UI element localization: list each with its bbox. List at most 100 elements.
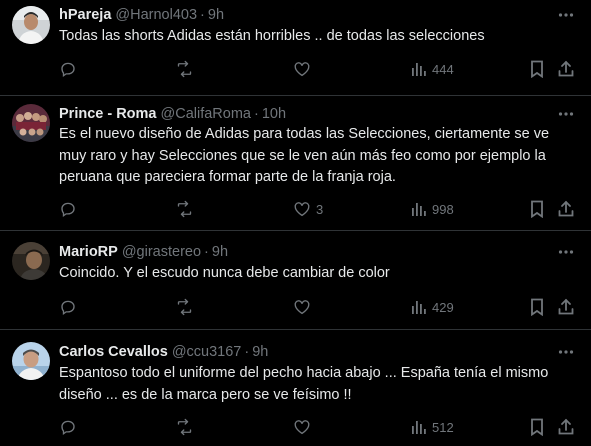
author-name[interactable]: hPareja (59, 7, 111, 23)
views-button[interactable]: 444 (411, 59, 454, 79)
reply-icon (61, 202, 75, 218)
tweet[interactable]: hPareja @Harnol403 · 9h Todas las shorts Ad… (0, 0, 591, 96)
tweet-header: MarioRP @girastereo · 9h (59, 243, 228, 261)
separator-dot: · (244, 344, 250, 360)
retweet-icon (177, 60, 192, 78)
bookmark-button[interactable] (529, 199, 545, 219)
author-handle[interactable]: @ccu3167 (172, 344, 242, 360)
share-icon (558, 60, 574, 77)
tweet-text: Todas las shorts Adidas están horribles … (59, 26, 579, 48)
tweet[interactable]: MarioRP @girastereo · 9h Coincido. Y el esc… (0, 231, 591, 330)
author-handle[interactable]: @girastereo (122, 244, 201, 260)
views-icon (412, 63, 426, 76)
like-icon (294, 300, 310, 315)
author-handle[interactable]: @Harnol403 (115, 7, 197, 23)
bookmark-button[interactable] (529, 297, 545, 317)
separator-dot: · (204, 244, 209, 260)
like-icon (294, 420, 310, 435)
tweet-text-line: Es el nuevo diseño de Adidas para todas … (59, 126, 550, 142)
tweet-text: Coincido. Y el escudo nunca debe cambiar… (59, 263, 579, 285)
avatar[interactable] (12, 6, 50, 44)
like-button[interactable] (293, 297, 316, 317)
like-count: 3 (316, 201, 324, 217)
timestamp[interactable]: 9h (252, 344, 268, 360)
reply-button[interactable] (59, 59, 82, 79)
tweet[interactable]: Prince - Roma @CalifaRoma · 10h Es el nuevo… (0, 96, 591, 231)
retweet-button[interactable] (175, 417, 199, 437)
bookmark-icon (531, 298, 543, 316)
views-button[interactable]: 429 (411, 297, 454, 317)
retweet-button[interactable] (175, 297, 199, 317)
reply-button[interactable] (59, 199, 82, 219)
share-button[interactable] (557, 297, 575, 317)
bookmark-icon (531, 60, 543, 78)
action-bar: 3 998 (0, 199, 591, 219)
tweet-text-line: muy raro y hay Selecciones que se le ven… (59, 147, 546, 164)
timestamp[interactable]: 10h (262, 106, 286, 122)
author-name[interactable]: MarioRP (59, 244, 118, 260)
avatar[interactable] (12, 342, 50, 380)
more-icon[interactable] (557, 105, 575, 123)
tweet-text-line: Coincido. Y el escudo nunca debe cambiar… (59, 265, 390, 281)
tweet-text-line: Todas las shorts Adidas están horribles … (59, 28, 485, 44)
retweet-icon (177, 298, 192, 316)
retweet-icon (177, 200, 192, 218)
author-handle[interactable]: @CalifaRoma (161, 106, 251, 122)
views-count: 444 (432, 61, 454, 77)
share-icon (558, 200, 574, 217)
tweet-header: hPareja @Harnol403 · 9h (59, 6, 224, 24)
share-button[interactable] (557, 199, 575, 219)
bookmark-icon (531, 200, 543, 218)
like-icon (294, 62, 310, 77)
views-count: 998 (432, 201, 454, 217)
action-bar: 444 (0, 59, 591, 79)
tweet[interactable]: Carlos Cevallos @ccu3167 · 9h Espantoso tod… (0, 330, 591, 446)
views-count: 512 (432, 419, 454, 435)
reply-button[interactable] (59, 417, 82, 437)
bookmark-button[interactable] (529, 417, 545, 437)
more-icon[interactable] (557, 343, 575, 361)
timestamp[interactable]: 9h (208, 7, 224, 23)
like-button[interactable]: 3 (293, 199, 323, 219)
views-button[interactable]: 512 (411, 417, 454, 437)
retweet-button[interactable] (175, 59, 199, 79)
views-icon (412, 421, 426, 434)
share-button[interactable] (557, 417, 575, 437)
action-bar: 429 (0, 297, 591, 317)
tweet-text-line: peruana que pareciera formar parte de la… (59, 169, 396, 185)
like-button[interactable] (293, 59, 316, 79)
share-icon (558, 298, 574, 315)
tweet-text: Es el nuevo diseño de Adidas para todas … (59, 124, 579, 189)
separator-dot: · (200, 7, 205, 23)
reply-icon (61, 300, 75, 316)
avatar[interactable] (12, 104, 50, 142)
more-icon[interactable] (557, 6, 575, 24)
more-icon[interactable] (557, 243, 575, 261)
tweet-text-line: diseño ... es de la marca pero se ve feí… (59, 386, 352, 403)
views-icon (412, 301, 426, 314)
share-icon (558, 418, 574, 435)
views-button[interactable]: 998 (411, 199, 454, 219)
author-name[interactable]: Prince - Roma (59, 106, 157, 122)
avatar[interactable] (12, 242, 50, 280)
like-icon (294, 202, 310, 217)
reply-icon (61, 62, 75, 78)
tweet-text: Espantoso todo el uniforme del pecho hac… (59, 363, 579, 406)
separator-dot: · (253, 106, 259, 122)
author-name[interactable]: Carlos Cevallos (59, 344, 168, 360)
tweet-feed: hPareja @Harnol403 · 9h Todas las shorts Ad… (0, 0, 591, 446)
share-button[interactable] (557, 59, 575, 79)
tweet-text-line: Espantoso todo el uniforme del pecho hac… (59, 365, 549, 381)
tweet-header: Prince - Roma @CalifaRoma · 10h (59, 105, 286, 123)
views-count: 429 (432, 299, 454, 315)
reply-icon (61, 420, 75, 436)
bookmark-icon (531, 418, 543, 436)
bookmark-button[interactable] (529, 59, 545, 79)
tweet-header: Carlos Cevallos @ccu3167 · 9h (59, 343, 268, 361)
retweet-button[interactable] (175, 199, 199, 219)
reply-button[interactable] (59, 297, 82, 317)
like-button[interactable] (293, 417, 316, 437)
action-bar: 512 (0, 417, 591, 437)
retweet-icon (177, 418, 192, 436)
timestamp[interactable]: 9h (212, 244, 228, 260)
